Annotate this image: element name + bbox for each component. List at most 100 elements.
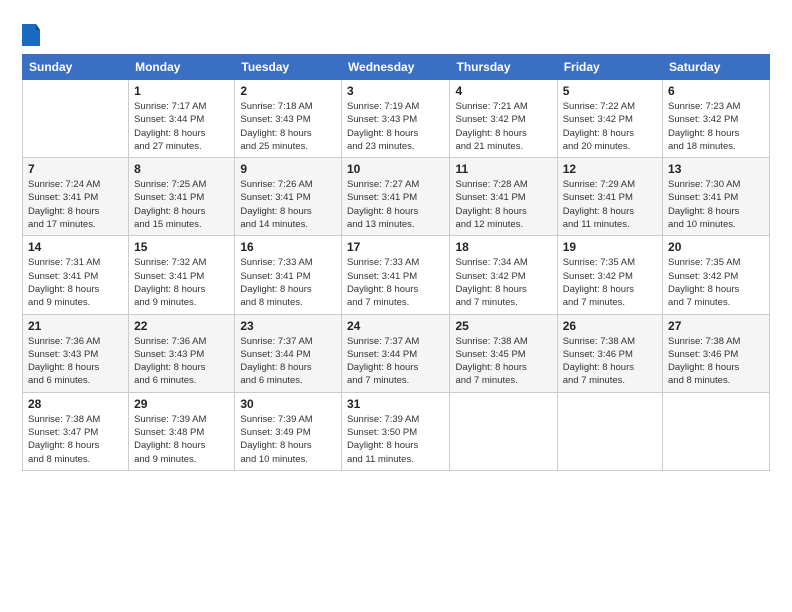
weekday-header: Tuesday [235, 55, 342, 80]
calendar-cell: 17Sunrise: 7:33 AM Sunset: 3:41 PM Dayli… [341, 236, 450, 314]
day-info: Sunrise: 7:37 AM Sunset: 3:44 PM Dayligh… [347, 335, 445, 388]
day-number: 22 [134, 319, 229, 333]
weekday-header: Sunday [23, 55, 129, 80]
calendar-cell: 23 Sunrise: 7:37 AM Sunset: 3:44 PM Dayli… [235, 314, 342, 392]
day-info: Sunrise: 7:27 AM Sunset: 3:41 PM Dayligh… [347, 178, 445, 231]
day-info: Sunrise: 7:26 AM Sunset: 3:41 PM Dayligh… [240, 178, 336, 231]
calendar-cell: 9 Sunrise: 7:26 AM Sunset: 3:41 PM Daylig… [235, 158, 342, 236]
day-number: 30 [240, 397, 336, 411]
day-info: Sunrise: 7:18 AM Sunset: 3:43 PM Dayligh… [240, 100, 336, 153]
calendar-cell: 6Sunrise: 7:23 AM Sunset: 3:42 PM Daylig… [663, 80, 770, 158]
day-number: 9 [240, 162, 336, 176]
day-info: Sunrise: 7:35 AM Sunset: 3:42 PM Dayligh… [563, 256, 657, 309]
day-info: Sunrise: 7:35 AM Sunset: 3:42 PM Dayligh… [668, 256, 764, 309]
day-number: 24 [347, 319, 445, 333]
day-info: Sunrise: 7:30 AM Sunset: 3:41 PM Dayligh… [668, 178, 764, 231]
day-info: Sunrise: 7:39 AM Sunset: 3:48 PM Dayligh… [134, 413, 229, 466]
calendar-week: 21Sunrise: 7:36 AM Sunset: 3:43 PM Dayli… [23, 314, 770, 392]
calendar-cell: 7Sunrise: 7:24 AM Sunset: 3:41 PM Daylig… [23, 158, 129, 236]
calendar-cell: 31 Sunrise: 7:39 AM Sunset: 3:50 PM Dayli… [341, 392, 450, 470]
calendar-cell: 1 Sunrise: 7:17 AM Sunset: 3:44 PM Daylig… [129, 80, 235, 158]
day-info: Sunrise: 7:38 AM Sunset: 3:45 PM Dayligh… [455, 335, 551, 388]
calendar-cell: 19 Sunrise: 7:35 AM Sunset: 3:42 PM Dayli… [557, 236, 662, 314]
day-number: 31 [347, 397, 445, 411]
calendar-cell: 29Sunrise: 7:39 AM Sunset: 3:48 PM Dayli… [129, 392, 235, 470]
calendar-cell: 8 Sunrise: 7:25 AM Sunset: 3:41 PM Daylig… [129, 158, 235, 236]
day-number: 12 [563, 162, 657, 176]
day-info: Sunrise: 7:38 AM Sunset: 3:47 PM Dayligh… [28, 413, 123, 466]
weekday-header: Thursday [450, 55, 557, 80]
calendar-cell: 21Sunrise: 7:36 AM Sunset: 3:43 PM Dayli… [23, 314, 129, 392]
day-number: 5 [563, 84, 657, 98]
day-number: 14 [28, 240, 123, 254]
day-number: 15 [134, 240, 229, 254]
calendar-week: 1 Sunrise: 7:17 AM Sunset: 3:44 PM Daylig… [23, 80, 770, 158]
calendar-cell: 3 Sunrise: 7:19 AM Sunset: 3:43 PM Daylig… [341, 80, 450, 158]
day-number: 10 [347, 162, 445, 176]
day-number: 28 [28, 397, 123, 411]
day-number: 26 [563, 319, 657, 333]
header-row: SundayMondayTuesdayWednesdayThursdayFrid… [23, 55, 770, 80]
day-info: Sunrise: 7:17 AM Sunset: 3:44 PM Dayligh… [134, 100, 229, 153]
day-number: 6 [668, 84, 764, 98]
day-info: Sunrise: 7:33 AM Sunset: 3:41 PM Dayligh… [240, 256, 336, 309]
calendar-cell: 2Sunrise: 7:18 AM Sunset: 3:43 PM Daylig… [235, 80, 342, 158]
day-info: Sunrise: 7:32 AM Sunset: 3:41 PM Dayligh… [134, 256, 229, 309]
weekday-header: Friday [557, 55, 662, 80]
day-info: Sunrise: 7:39 AM Sunset: 3:50 PM Dayligh… [347, 413, 445, 466]
day-number: 13 [668, 162, 764, 176]
logo [22, 22, 44, 46]
weekday-header: Saturday [663, 55, 770, 80]
calendar-cell [663, 392, 770, 470]
day-number: 4 [455, 84, 551, 98]
logo-icon [22, 24, 40, 46]
weekday-header: Monday [129, 55, 235, 80]
calendar-cell [557, 392, 662, 470]
day-number: 8 [134, 162, 229, 176]
day-info: Sunrise: 7:33 AM Sunset: 3:41 PM Dayligh… [347, 256, 445, 309]
calendar-cell: 22 Sunrise: 7:36 AM Sunset: 3:43 PM Dayli… [129, 314, 235, 392]
day-info: Sunrise: 7:36 AM Sunset: 3:43 PM Dayligh… [28, 335, 123, 388]
calendar-cell: 12 Sunrise: 7:29 AM Sunset: 3:41 PM Dayli… [557, 158, 662, 236]
calendar-cell: 4Sunrise: 7:21 AM Sunset: 3:42 PM Daylig… [450, 80, 557, 158]
weekday-header: Wednesday [341, 55, 450, 80]
day-info: Sunrise: 7:19 AM Sunset: 3:43 PM Dayligh… [347, 100, 445, 153]
day-info: Sunrise: 7:38 AM Sunset: 3:46 PM Dayligh… [668, 335, 764, 388]
day-number: 3 [347, 84, 445, 98]
calendar-cell: 15 Sunrise: 7:32 AM Sunset: 3:41 PM Dayli… [129, 236, 235, 314]
page: SundayMondayTuesdayWednesdayThursdayFrid… [0, 0, 792, 612]
day-number: 23 [240, 319, 336, 333]
calendar-cell: 10 Sunrise: 7:27 AM Sunset: 3:41 PM Dayli… [341, 158, 450, 236]
day-number: 20 [668, 240, 764, 254]
calendar-cell: 20 Sunrise: 7:35 AM Sunset: 3:42 PM Dayli… [663, 236, 770, 314]
day-info: Sunrise: 7:25 AM Sunset: 3:41 PM Dayligh… [134, 178, 229, 231]
calendar-cell: 30 Sunrise: 7:39 AM Sunset: 3:49 PM Dayli… [235, 392, 342, 470]
calendar-week: 28 Sunrise: 7:38 AM Sunset: 3:47 PM Dayli… [23, 392, 770, 470]
day-number: 25 [455, 319, 551, 333]
day-number: 7 [28, 162, 123, 176]
calendar-cell: 5 Sunrise: 7:22 AM Sunset: 3:42 PM Daylig… [557, 80, 662, 158]
header [22, 18, 770, 46]
day-info: Sunrise: 7:36 AM Sunset: 3:43 PM Dayligh… [134, 335, 229, 388]
day-number: 18 [455, 240, 551, 254]
day-number: 11 [455, 162, 551, 176]
day-info: Sunrise: 7:34 AM Sunset: 3:42 PM Dayligh… [455, 256, 551, 309]
calendar-week: 7Sunrise: 7:24 AM Sunset: 3:41 PM Daylig… [23, 158, 770, 236]
day-info: Sunrise: 7:29 AM Sunset: 3:41 PM Dayligh… [563, 178, 657, 231]
day-number: 19 [563, 240, 657, 254]
calendar-cell [23, 80, 129, 158]
day-info: Sunrise: 7:37 AM Sunset: 3:44 PM Dayligh… [240, 335, 336, 388]
day-info: Sunrise: 7:22 AM Sunset: 3:42 PM Dayligh… [563, 100, 657, 153]
calendar-cell: 11Sunrise: 7:28 AM Sunset: 3:41 PM Dayli… [450, 158, 557, 236]
day-number: 16 [240, 240, 336, 254]
day-number: 27 [668, 319, 764, 333]
calendar-cell: 18 Sunrise: 7:34 AM Sunset: 3:42 PM Dayli… [450, 236, 557, 314]
calendar-cell: 14 Sunrise: 7:31 AM Sunset: 3:41 PM Dayli… [23, 236, 129, 314]
calendar-cell: 28 Sunrise: 7:38 AM Sunset: 3:47 PM Dayli… [23, 392, 129, 470]
day-info: Sunrise: 7:38 AM Sunset: 3:46 PM Dayligh… [563, 335, 657, 388]
day-number: 1 [134, 84, 229, 98]
day-info: Sunrise: 7:31 AM Sunset: 3:41 PM Dayligh… [28, 256, 123, 309]
calendar-cell: 24 Sunrise: 7:37 AM Sunset: 3:44 PM Dayli… [341, 314, 450, 392]
calendar-cell [450, 392, 557, 470]
day-info: Sunrise: 7:39 AM Sunset: 3:49 PM Dayligh… [240, 413, 336, 466]
